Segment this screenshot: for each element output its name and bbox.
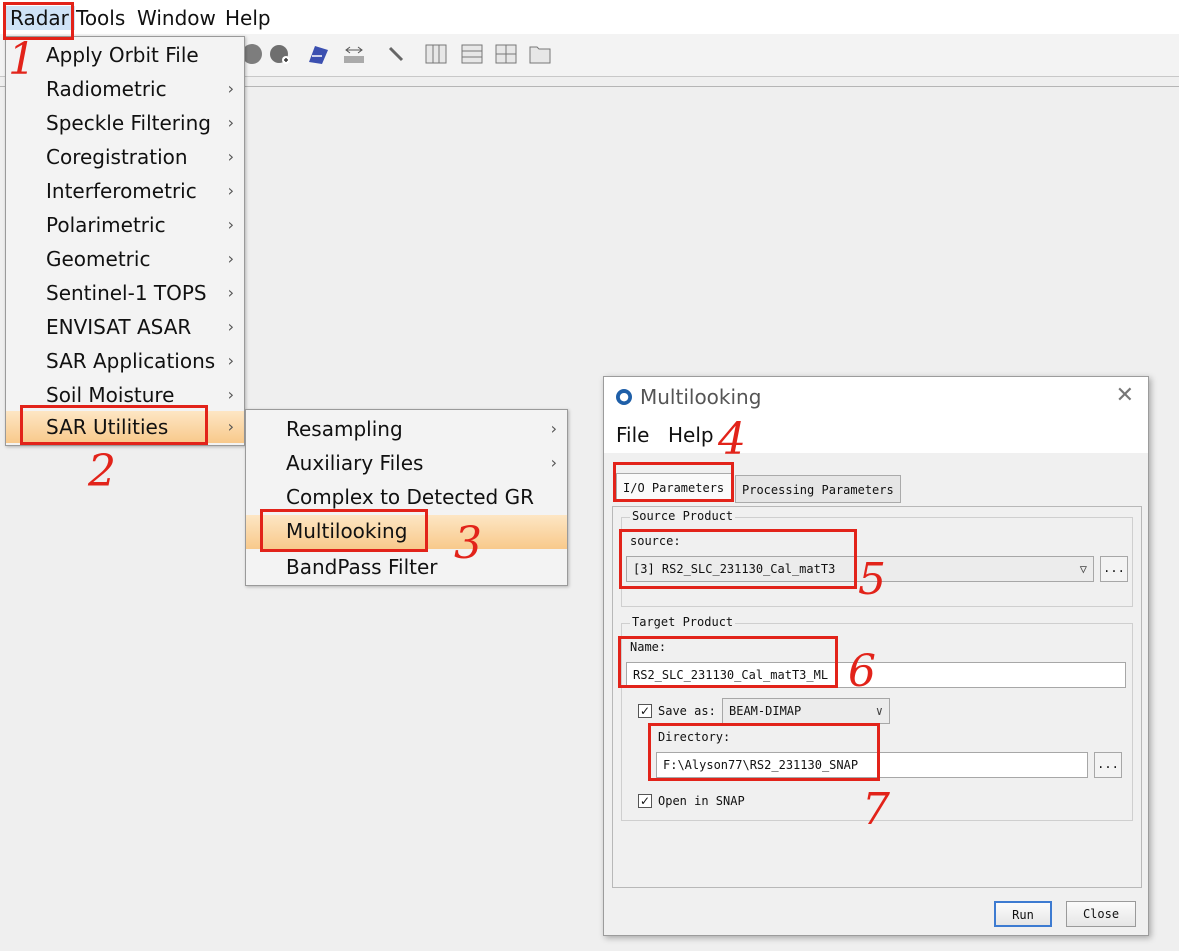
menu-item-sar-utilities[interactable]: SAR Utilities ›: [6, 411, 244, 443]
tile-evenly-icon[interactable]: [528, 42, 552, 66]
chevron-right-icon: ›: [227, 215, 234, 234]
menu-item-multilooking[interactable]: Multilooking: [246, 515, 567, 549]
pin-icon[interactable]: [384, 42, 408, 66]
run-button[interactable]: Run: [994, 901, 1052, 927]
chevron-right-icon: ›: [227, 385, 234, 404]
source-browse-button[interactable]: ...: [1100, 556, 1128, 582]
menu-item-speckle-filtering[interactable]: Speckle Filtering ›: [6, 107, 244, 139]
directory-browse-button[interactable]: ...: [1094, 752, 1122, 778]
product-graph-icon[interactable]: [306, 42, 330, 66]
menu-item-polarimetric[interactable]: Polarimetric ›: [6, 209, 244, 241]
dialog-title: Multilooking: [640, 385, 762, 409]
menu-item-coregistration[interactable]: Coregistration ›: [6, 141, 244, 173]
menu-item-bandpass-filter[interactable]: BandPass Filter: [246, 551, 567, 583]
chevron-right-icon: ›: [227, 79, 234, 98]
close-icon[interactable]: ✕: [1116, 383, 1134, 408]
snap-logo-icon: ●: [616, 389, 632, 405]
menu-item-complex-to-detected-gr[interactable]: Complex to Detected GR: [246, 481, 567, 513]
name-label: Name:: [630, 640, 667, 654]
source-label: source:: [630, 534, 681, 548]
menu-item-envisat-asar[interactable]: ENVISAT ASAR ›: [6, 311, 244, 343]
annotation-number-6: 6: [848, 646, 876, 697]
menu-radar[interactable]: Radar: [4, 6, 75, 30]
dialog-menu-bar: File Help: [604, 417, 1148, 453]
chevron-right-icon: ›: [227, 181, 234, 200]
menu-item-soil-moisture[interactable]: Soil Moisture ›: [6, 379, 244, 411]
directory-input[interactable]: F:\Alyson77\RS2_231130_SNAP: [656, 752, 1088, 778]
tile-grid-icon[interactable]: [494, 42, 518, 66]
menu-item-radiometric[interactable]: Radiometric ›: [6, 73, 244, 105]
menu-tools[interactable]: Tools: [76, 6, 125, 30]
tile-rows-icon[interactable]: [460, 42, 484, 66]
chevron-right-icon: ›: [227, 417, 234, 436]
save-as-checkbox[interactable]: ✓: [638, 704, 652, 718]
chevron-right-icon: ›: [227, 147, 234, 166]
format-select[interactable]: BEAM-DIMAP ∨: [722, 698, 890, 724]
menu-item-sar-applications[interactable]: SAR Applications ›: [6, 345, 244, 377]
close-button[interactable]: Close: [1066, 901, 1136, 927]
chevron-down-icon: ▽: [1079, 562, 1087, 576]
chevron-down-icon: ∨: [875, 704, 883, 718]
tab-processing-parameters[interactable]: Processing Parameters: [735, 475, 901, 503]
annotation-number-7: 7: [862, 784, 890, 835]
source-product-title: Source Product: [630, 509, 736, 523]
dialog-menu-help[interactable]: Help: [668, 423, 714, 447]
add-globe-icon[interactable]: [268, 42, 292, 66]
annotation-number-2: 2: [88, 446, 116, 497]
ruler-icon[interactable]: [342, 42, 366, 66]
chevron-right-icon: ›: [227, 283, 234, 302]
menu-bar: Radar Tools Window Help: [0, 0, 1179, 34]
save-as-label: Save as:: [658, 704, 716, 718]
radar-menu: Apply Orbit File Radiometric › Speckle Fi…: [5, 36, 245, 446]
open-in-snap-label: Open in SNAP: [658, 794, 745, 808]
annotation-number-1: 1: [8, 34, 36, 85]
chevron-right-icon: ›: [227, 317, 234, 336]
open-in-snap-checkbox[interactable]: ✓: [638, 794, 652, 808]
annotation-number-4: 4: [718, 414, 746, 465]
menu-item-auxiliary-files[interactable]: Auxiliary Files ›: [246, 447, 567, 479]
target-name-input[interactable]: RS2_SLC_231130_Cal_matT3_ML: [626, 662, 1126, 688]
menu-item-resampling[interactable]: Resampling ›: [246, 413, 567, 445]
menu-item-sentinel1-tops[interactable]: Sentinel-1 TOPS ›: [6, 277, 244, 309]
menu-item-geometric[interactable]: Geometric ›: [6, 243, 244, 275]
sar-utilities-submenu: Resampling › Auxiliary Files › Complex to …: [245, 409, 568, 586]
dialog-titlebar: ● Multilooking ✕: [604, 377, 1148, 417]
menu-help[interactable]: Help: [225, 6, 271, 30]
directory-label: Directory:: [658, 730, 731, 744]
annotation-number-3: 3: [454, 518, 482, 569]
tile-columns-icon[interactable]: [424, 42, 448, 66]
multilooking-dialog: ● Multilooking ✕ File Help I/O Parameter…: [603, 376, 1149, 936]
chevron-right-icon: ›: [550, 453, 557, 472]
menu-item-apply-orbit-file[interactable]: Apply Orbit File: [6, 39, 244, 71]
menu-window[interactable]: Window: [137, 6, 216, 30]
annotation-number-5: 5: [858, 554, 886, 605]
chevron-right-icon: ›: [227, 249, 234, 268]
tab-io-parameters[interactable]: I/O Parameters: [616, 473, 734, 501]
chevron-right-icon: ›: [227, 351, 234, 370]
chevron-right-icon: ›: [550, 419, 557, 438]
target-product-title: Target Product: [630, 615, 736, 629]
chevron-right-icon: ›: [227, 113, 234, 132]
menu-item-interferometric[interactable]: Interferometric ›: [6, 175, 244, 207]
dialog-menu-file[interactable]: File: [616, 423, 649, 447]
